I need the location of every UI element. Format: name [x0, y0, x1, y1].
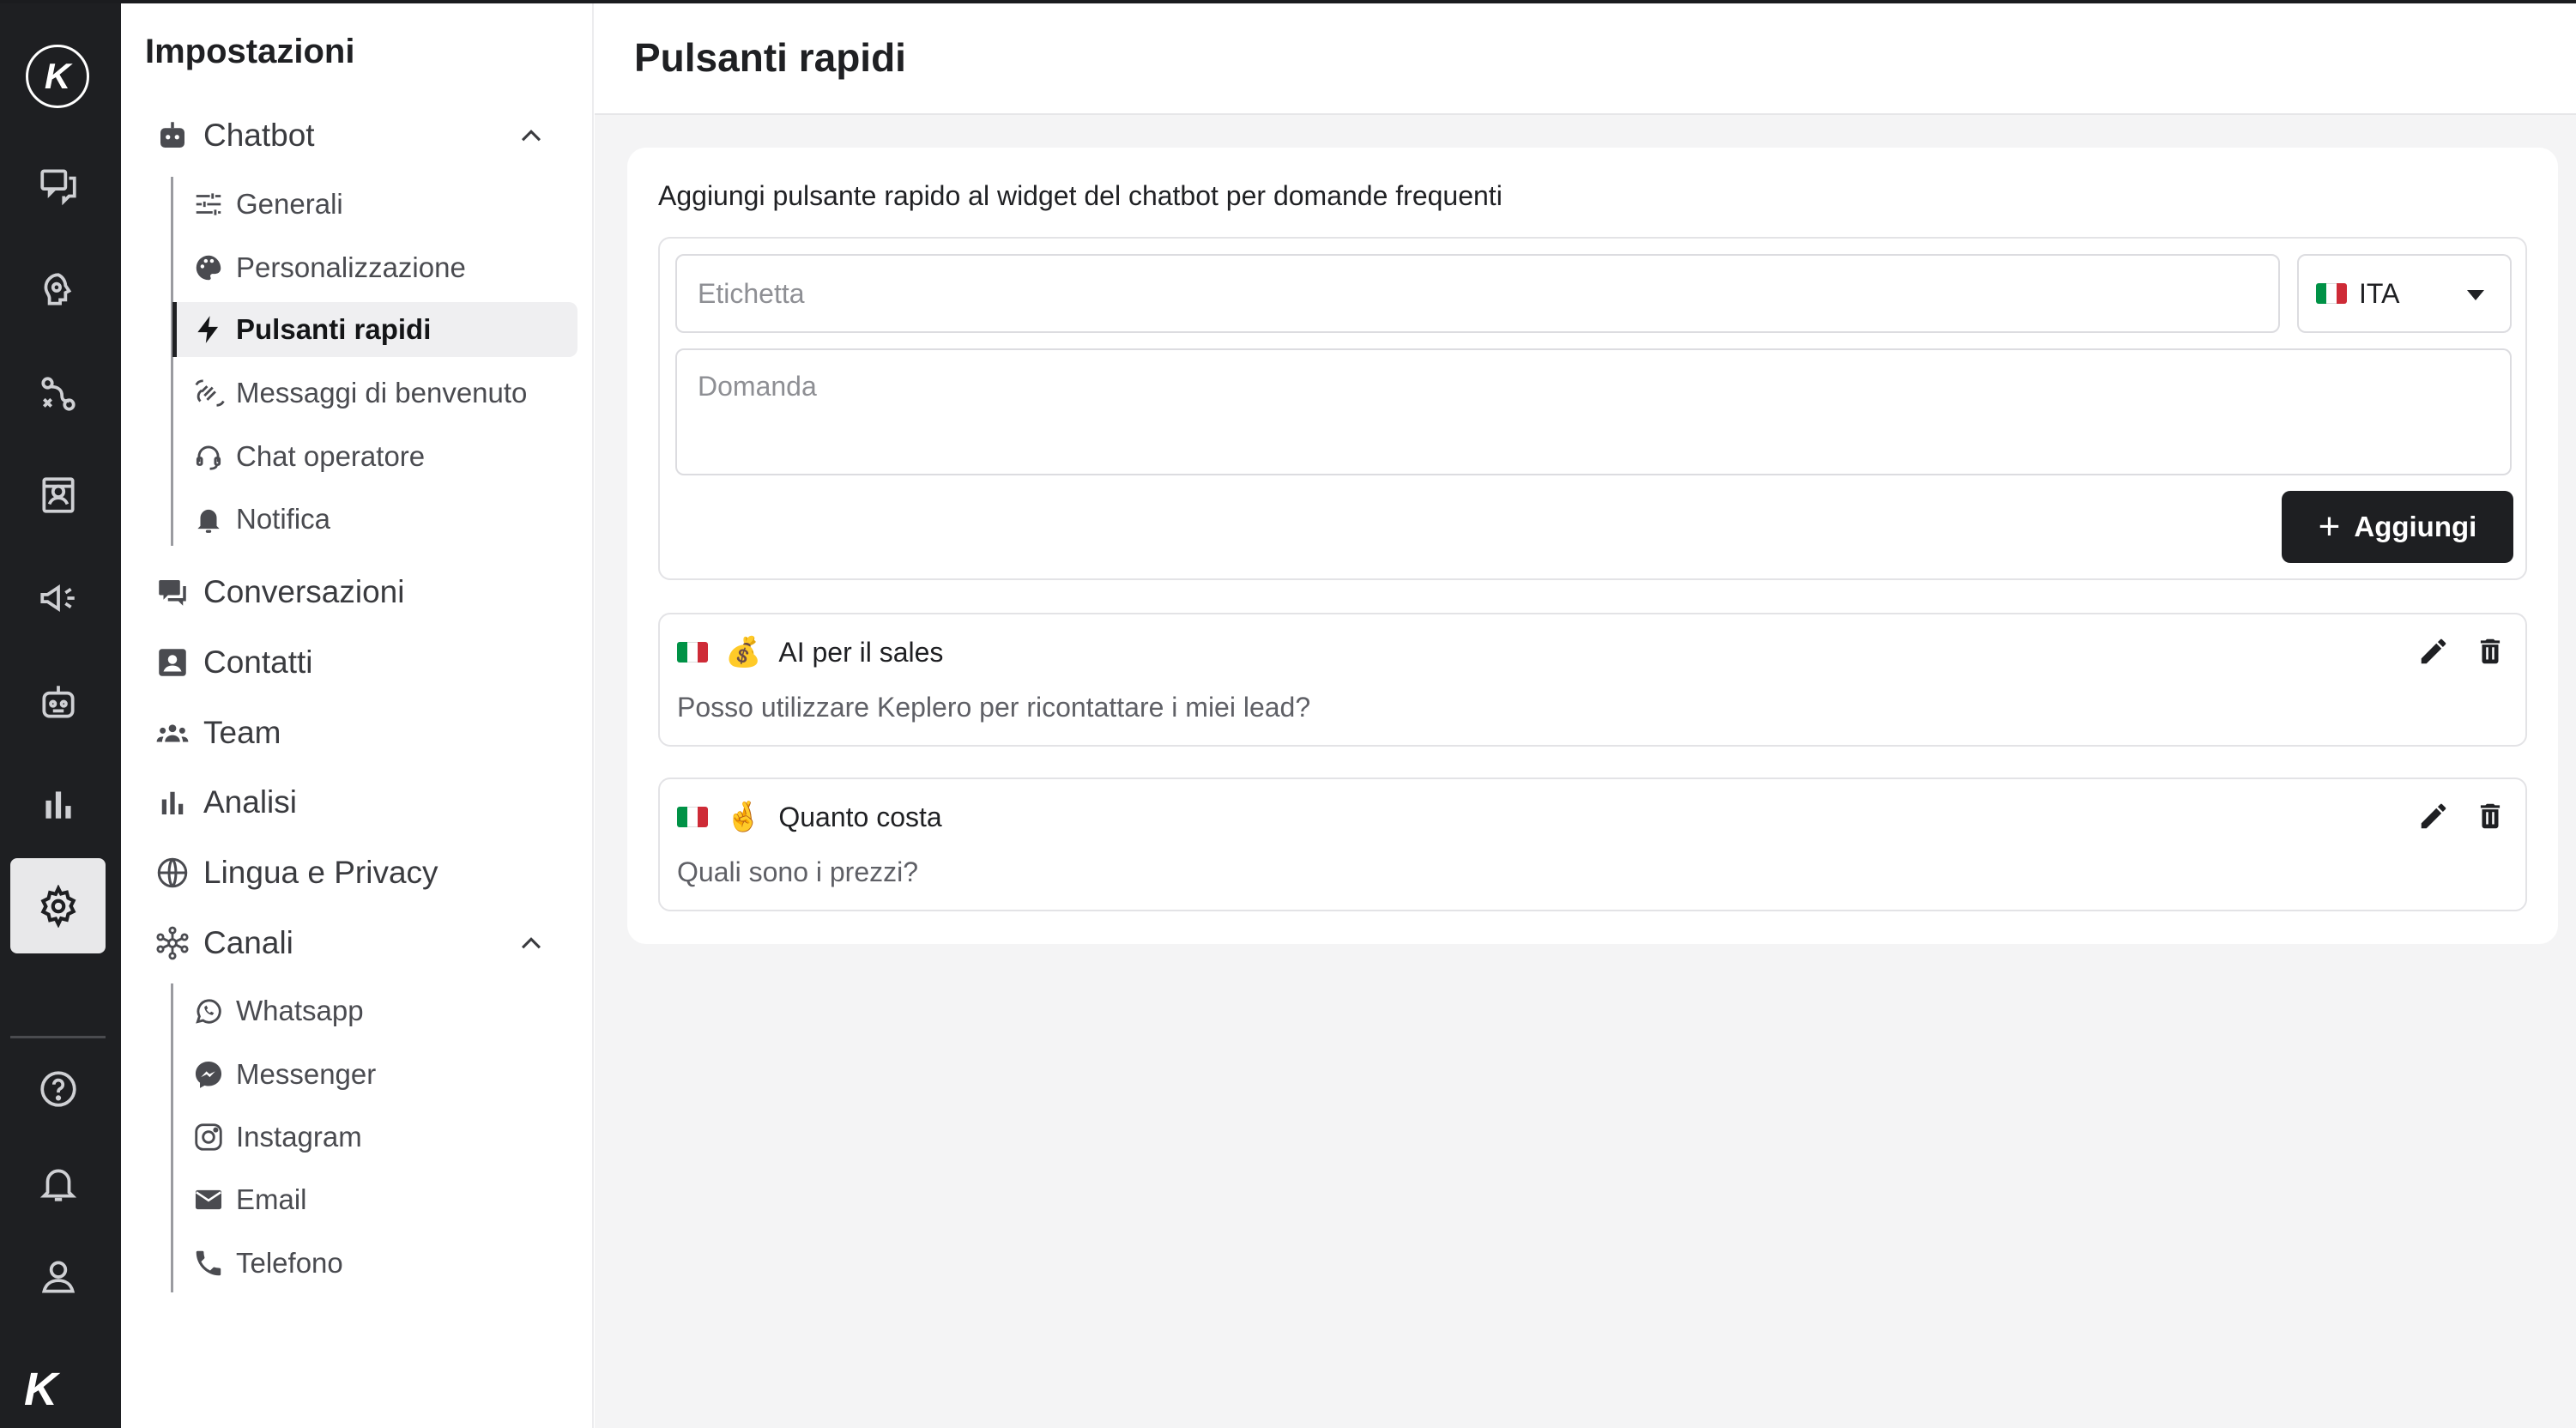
globe-icon	[154, 854, 191, 892]
settings-icon[interactable]	[10, 858, 106, 953]
sidebar-item-notifica[interactable]: Notifica	[172, 492, 577, 547]
sidebar-section-chatbot[interactable]: Chatbot	[154, 110, 315, 161]
quick-buttons-card: Aggiungi pulsante rapido al widget del c…	[627, 148, 2558, 944]
sidebar-item-email[interactable]: Email	[172, 1172, 577, 1227]
quick-button-question: Quali sono i prezzi?	[677, 856, 919, 887]
sidebar-item-generali[interactable]: Generali	[172, 177, 577, 232]
italy-flag-icon	[677, 642, 708, 663]
campaigns-icon[interactable]	[10, 550, 106, 645]
phone-icon	[191, 1246, 226, 1280]
palette-icon	[191, 251, 226, 285]
headset-icon	[191, 439, 226, 474]
sidebar-section-conversazioni[interactable]: Conversazioni	[154, 566, 404, 618]
whatsapp-icon	[191, 994, 226, 1028]
chat-icon	[154, 573, 191, 611]
sidebar-item-telefono[interactable]: Telefono	[172, 1236, 577, 1291]
wave-icon	[191, 376, 226, 410]
contacts-icon[interactable]	[10, 447, 106, 542]
question-input[interactable]	[675, 348, 2512, 475]
sidebar-item-pulsanti-rapidi[interactable]: Pulsanti rapidi	[172, 302, 577, 357]
dropdown-caret-icon	[2467, 290, 2484, 300]
team-icon	[154, 714, 191, 752]
quick-button-actions	[2414, 632, 2510, 671]
main-content: Pulsanti rapidi Aggiungi pulsante rapido…	[595, 0, 2576, 1428]
icon-rail: K K	[0, 0, 121, 1428]
top-border	[0, 0, 2576, 3]
language-select[interactable]: ITA	[2297, 254, 2512, 333]
language-value: ITA	[2359, 277, 2400, 309]
delete-icon[interactable]	[2470, 796, 2510, 836]
bell-icon	[191, 502, 226, 536]
card-description: Aggiungi pulsante rapido al widget del c…	[658, 180, 1503, 211]
quick-button-header: 🤞 Quanto costa	[677, 798, 942, 836]
page-title: Pulsanti rapidi	[634, 35, 906, 80]
italy-flag-icon	[2316, 283, 2347, 304]
bar-chart-icon	[154, 784, 191, 821]
plus-icon: +	[2318, 505, 2341, 548]
profile-icon[interactable]	[10, 1229, 106, 1324]
sidebar-section-canali[interactable]: Canali	[154, 917, 293, 969]
sidebar-section-team[interactable]: Team	[154, 707, 281, 759]
app-logo[interactable]: K	[26, 45, 89, 108]
bot-icon	[154, 117, 191, 154]
bot-icon[interactable]	[10, 654, 106, 749]
contact-card-icon	[154, 644, 191, 681]
instagram-icon	[191, 1120, 226, 1154]
tree-line	[171, 177, 173, 546]
quick-button-emoji: 💰	[725, 636, 762, 669]
help-icon[interactable]	[10, 1041, 106, 1136]
page-header: Pulsanti rapidi	[595, 0, 2576, 115]
flows-icon[interactable]	[10, 346, 106, 441]
sidebar-item-messenger[interactable]: Messenger	[172, 1047, 577, 1102]
quick-button-item: 💰 AI per il sales Posso utilizzare Keple…	[658, 613, 2527, 747]
sidebar-item-whatsapp[interactable]: Whatsapp	[172, 983, 577, 1038]
chevron-up-icon[interactable]	[517, 929, 546, 959]
conversations-icon[interactable]	[10, 137, 106, 233]
sidebar-item-instagram[interactable]: Instagram	[172, 1110, 577, 1165]
messenger-icon	[191, 1057, 226, 1092]
sidebar-item-messaggi-di-benvenuto[interactable]: Messaggi di benvenuto	[172, 366, 577, 421]
sidebar-title: Impostazioni	[145, 33, 355, 70]
email-icon	[191, 1183, 226, 1217]
add-button[interactable]: + Aggiungi	[2282, 491, 2513, 563]
quick-button-label: Quanto costa	[778, 801, 942, 832]
label-input[interactable]	[675, 254, 2280, 333]
hub-icon	[154, 924, 191, 962]
brand-logo: K	[24, 1364, 57, 1415]
sidebar-item-personalizzazione[interactable]: Personalizzazione	[172, 240, 577, 295]
sidebar-section-contatti[interactable]: Contatti	[154, 637, 313, 688]
sidebar-section-analisi[interactable]: Analisi	[154, 777, 297, 828]
sidebar-item-chat-operatore[interactable]: Chat operatore	[172, 429, 577, 484]
edit-icon[interactable]	[2414, 632, 2453, 671]
quick-button-actions	[2414, 796, 2510, 836]
analytics-icon[interactable]	[10, 756, 106, 851]
rail-divider	[10, 1036, 106, 1038]
quick-button-label: AI per il sales	[778, 636, 944, 668]
delete-icon[interactable]	[2470, 632, 2510, 671]
sliders-icon	[191, 187, 226, 221]
chevron-up-icon[interactable]	[517, 122, 546, 151]
quick-button-item: 🤞 Quanto costa Quali sono i prezzi?	[658, 778, 2527, 911]
quick-button-question: Posso utilizzare Keplero per ricontattar…	[677, 692, 1311, 723]
add-quick-button-form: ITA + Aggiungi	[658, 237, 2527, 580]
italy-flag-icon	[677, 807, 708, 827]
knowledge-icon[interactable]	[10, 243, 106, 338]
sidebar-section-lingua-e-privacy[interactable]: Lingua e Privacy	[154, 847, 438, 899]
edit-icon[interactable]	[2414, 796, 2453, 836]
settings-sidebar: Impostazioni Chatbot Generali Personaliz…	[121, 0, 594, 1428]
bolt-icon	[191, 312, 226, 347]
quick-button-header: 💰 AI per il sales	[677, 633, 943, 671]
sidebar-section-label: Chatbot	[203, 118, 315, 153]
quick-button-emoji: 🤞	[725, 801, 762, 833]
notifications-icon[interactable]	[10, 1135, 106, 1231]
